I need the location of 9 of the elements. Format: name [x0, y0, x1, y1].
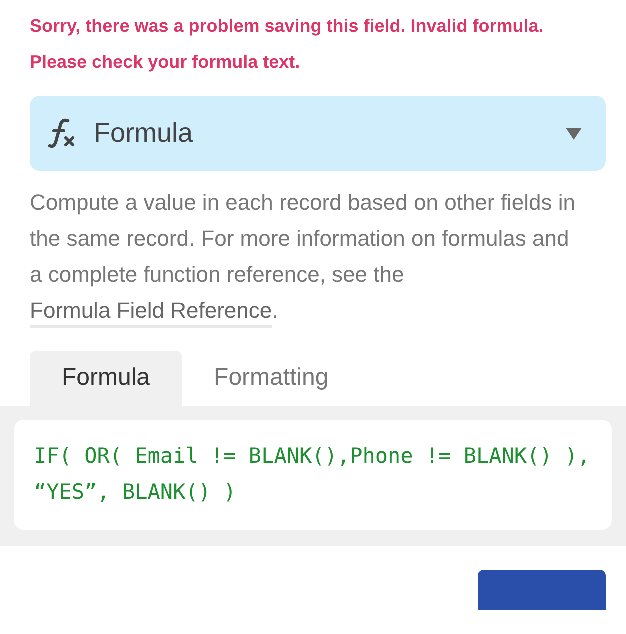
- reference-link[interactable]: Formula Field Reference: [30, 298, 272, 328]
- error-message: Sorry, there was a problem saving this field. Invalid formula. Please check your formula text.: [29, 15, 545, 74]
- button[interactable]: [478, 570, 606, 610]
- field-type-label: Formula: [94, 118, 194, 149]
- field-type-dropdown[interactable]: Formula: [30, 96, 606, 171]
- tab[interactable]: Formatting: [182, 351, 361, 406]
- description-text: Compute a value in each record based on other fields in the same record. For more information on formulas and a complete function reference, see the Formula Field Reference.: [30, 185, 576, 329]
- tab[interactable]: Formula: [30, 351, 182, 406]
- formula-field[interactable]: IF( OR( Email != BLANK(),Phone != BLANK() ), “YES”, BLANK() ): [14, 420, 612, 530]
